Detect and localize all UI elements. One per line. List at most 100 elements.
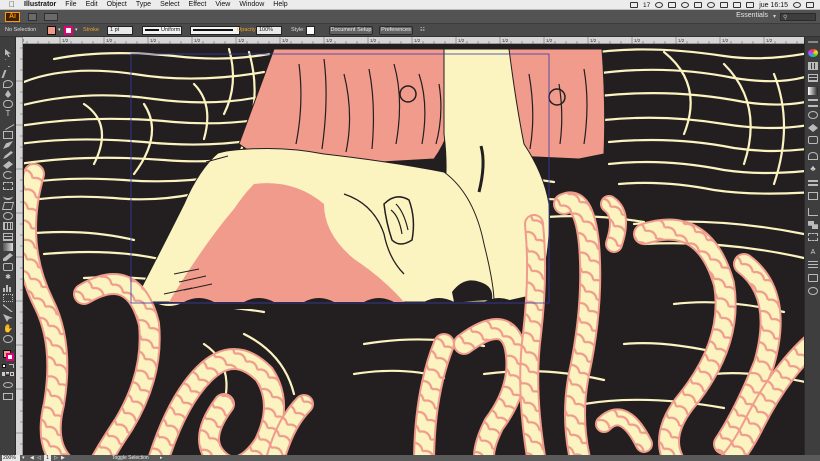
stroke-panel-icon[interactable] — [808, 99, 818, 107]
magic-wand-tool-icon[interactable] — [1, 70, 15, 78]
swap-colors-icon[interactable] — [9, 364, 14, 368]
character-panel-icon[interactable]: A — [808, 249, 818, 257]
slice-tool-icon[interactable] — [3, 304, 13, 312]
graphic-style-swatch[interactable] — [306, 26, 315, 35]
artboard-canvas[interactable] — [24, 44, 804, 455]
symbol-sprayer-tool-icon[interactable]: ✱ — [3, 274, 13, 282]
battery-icon[interactable] — [733, 2, 742, 8]
type-tool-icon[interactable]: T — [3, 110, 13, 118]
menu-clock[interactable]: jue 16:15 — [759, 2, 788, 9]
scale-tool-icon[interactable] — [3, 182, 13, 190]
paragraph-panel-icon[interactable] — [808, 261, 818, 269]
menu-type[interactable]: Type — [136, 1, 151, 8]
artboard-number-field[interactable]: 1 — [44, 455, 51, 461]
apple-icon[interactable]:  — [9, 0, 15, 9]
transparency-panel-icon[interactable] — [808, 111, 818, 119]
workspace-switcher[interactable]: Essentials — [736, 12, 768, 19]
default-colors-icon[interactable] — [2, 364, 6, 368]
adobe-cc-icon[interactable] — [629, 2, 638, 8]
gradient-panel-icon[interactable] — [808, 87, 818, 95]
opacity-label[interactable]: Opacity — [237, 26, 256, 35]
status-menu-icon[interactable]: ▸ — [160, 455, 163, 461]
menu-file[interactable]: File — [65, 1, 76, 8]
horizontal-ruler[interactable]: 1/2 1/2 1/2 1/2 1/2 1/2 1/2 1/2 1/2 1/2 1/2 1/2 1/2 1… — [16, 37, 804, 44]
menu-object[interactable]: Object — [107, 1, 127, 8]
opacity-field[interactable]: 100% — [256, 26, 282, 35]
pathfinder-panel-icon[interactable] — [808, 221, 818, 229]
time-machine-icon[interactable] — [681, 2, 690, 8]
direct-selection-tool-icon[interactable] — [5, 59, 11, 67]
dropbox-icon[interactable] — [668, 2, 677, 8]
zoom-tool-icon[interactable] — [3, 335, 13, 343]
variable-width-profile[interactable]: Uniform — [142, 26, 182, 35]
artboards-panel-icon[interactable] — [808, 192, 818, 200]
previous-artboard-icon[interactable]: ◁ — [37, 455, 41, 461]
notification-center-icon[interactable] — [806, 2, 814, 8]
arrange-icon[interactable]: ☷ — [420, 26, 425, 35]
gradient-mode-icon[interactable] — [6, 372, 9, 376]
last-artboard-icon[interactable]: ▶ — [61, 455, 65, 461]
stroke-label[interactable]: Stroke — [83, 26, 99, 35]
fill-swatch[interactable] — [47, 26, 56, 35]
bridge-icon[interactable] — [28, 13, 37, 21]
shape-builder-tool-icon[interactable] — [3, 212, 13, 220]
blend-tool-icon[interactable] — [3, 263, 13, 271]
first-artboard-icon[interactable]: ◀ — [30, 455, 34, 461]
chevron-down-icon[interactable]: ▾ — [773, 13, 776, 20]
none-mode-icon[interactable] — [10, 372, 14, 376]
color-guide-icon[interactable] — [808, 62, 818, 70]
free-transform-tool-icon[interactable] — [1, 202, 15, 210]
color-panel-icon[interactable] — [808, 49, 818, 57]
zoom-field[interactable]: 200% — [2, 455, 20, 461]
status-tool-label[interactable]: Toggle Selection — [112, 455, 149, 461]
notification-count[interactable]: 17 — [643, 2, 650, 9]
align-panel-icon[interactable] — [808, 208, 818, 216]
opentype-panel-icon[interactable] — [808, 274, 818, 282]
menu-help[interactable]: Help — [273, 1, 287, 8]
stroke-swatch[interactable] — [64, 26, 73, 35]
draw-normal-icon[interactable] — [3, 382, 13, 388]
bluetooth-icon[interactable] — [694, 2, 703, 8]
column-graph-tool-icon[interactable] — [3, 284, 13, 292]
rotate-tool-icon[interactable] — [3, 171, 13, 179]
transform-panel-icon[interactable] — [808, 233, 818, 241]
document-setup-button[interactable]: Document Setup — [329, 26, 373, 35]
menu-window[interactable]: Window — [239, 1, 264, 8]
dock-collapse-icon[interactable] — [808, 41, 818, 43]
spotlight-icon[interactable] — [793, 2, 801, 8]
pencil-tool-icon[interactable] — [3, 151, 13, 159]
rectangle-tool-icon[interactable] — [3, 131, 13, 139]
graphic-styles-icon[interactable] — [808, 136, 818, 144]
mesh-tool-icon[interactable] — [3, 233, 13, 241]
links-panel-icon[interactable] — [808, 287, 818, 295]
flag-icon[interactable] — [746, 2, 755, 8]
brush-definition[interactable] — [190, 26, 240, 35]
scissors-tool-icon[interactable] — [3, 314, 13, 322]
menu-app-name[interactable]: Illustrator — [24, 1, 56, 8]
arrange-documents-icon[interactable] — [44, 13, 58, 21]
preferences-button[interactable]: Preferences — [379, 26, 413, 35]
vertical-ruler[interactable] — [16, 37, 23, 455]
pen-tool-icon[interactable] — [5, 90, 11, 98]
hand-tool-icon[interactable]: ✋ — [3, 325, 13, 333]
artboard-tool-icon[interactable] — [3, 294, 13, 302]
zoom-dropdown-icon[interactable]: ▾ — [22, 455, 25, 461]
curvature-tool-icon[interactable] — [3, 100, 13, 108]
stroke-weight-field[interactable]: 1 pt — [107, 26, 133, 35]
illustration[interactable] — [24, 44, 804, 455]
menu-effect[interactable]: Effect — [189, 1, 207, 8]
volume-icon[interactable] — [720, 2, 729, 8]
symbols-panel-icon[interactable]: ♣ — [808, 165, 818, 173]
next-artboard-icon[interactable]: ▷ — [54, 455, 58, 461]
sync-icon[interactable] — [655, 2, 664, 8]
menu-select[interactable]: Select — [160, 1, 179, 8]
paintbrush-tool-icon[interactable] — [3, 141, 13, 149]
menu-view[interactable]: View — [215, 1, 230, 8]
line-segment-tool-icon[interactable] — [1, 118, 15, 130]
help-search-input[interactable]: ⚲ — [780, 13, 816, 21]
brushes-panel-icon[interactable] — [808, 152, 818, 160]
layers-panel-icon[interactable] — [808, 180, 818, 188]
fill-dropdown-icon[interactable]: ▾ — [58, 26, 61, 35]
width-tool-icon[interactable] — [3, 192, 13, 200]
eyedropper-tool-icon[interactable] — [3, 253, 13, 261]
